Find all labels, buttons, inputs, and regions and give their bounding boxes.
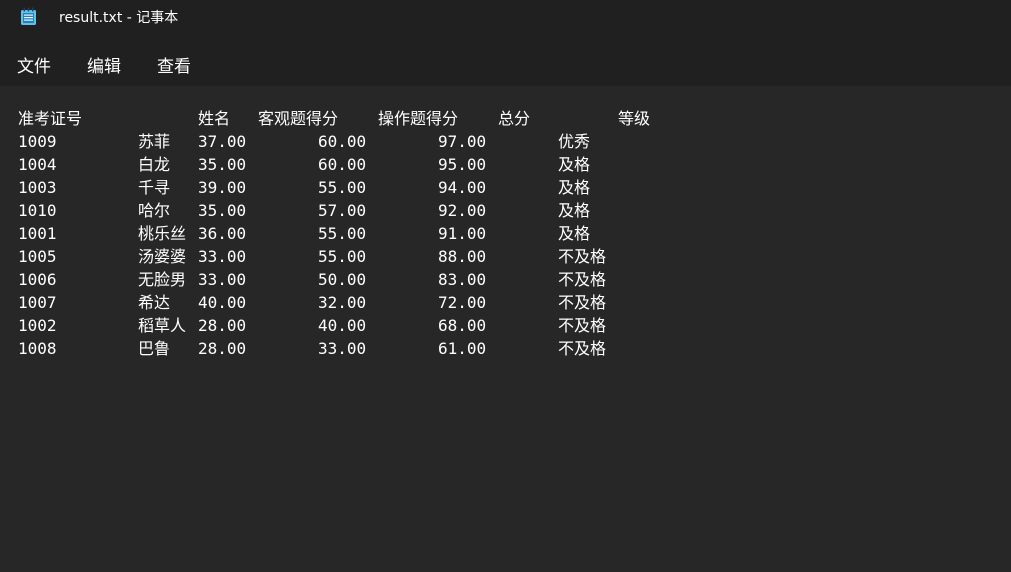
- cell-grade: 及格: [558, 155, 591, 174]
- title-bar: result.txt - 记事本: [0, 0, 1011, 36]
- cell-grade: 优秀: [558, 132, 591, 151]
- cell-grade: 不及格: [558, 270, 607, 289]
- cell-id: 1007: [18, 293, 57, 312]
- cell-objective: 28.00: [198, 339, 247, 358]
- notepad-window: result.txt - 记事本 文件 编辑 查看 准考证号 姓名 客观题得分 …: [0, 0, 1011, 572]
- cell-objective: 36.00: [198, 224, 247, 243]
- cell-grade: 不及格: [558, 247, 607, 266]
- cell-objective: 33.00: [198, 270, 247, 289]
- cell-id: 1003: [18, 178, 57, 197]
- header-objective-score: 客观题得分: [258, 109, 339, 128]
- cell-name: 苏菲: [138, 132, 171, 151]
- cell-objective: 35.00: [198, 155, 247, 174]
- cell-total: 94.00: [438, 178, 487, 197]
- cell-grade: 不及格: [558, 339, 607, 358]
- header-id: 准考证号: [18, 109, 83, 128]
- cell-total: 61.00: [438, 339, 487, 358]
- cell-practical: 60.00: [318, 132, 367, 151]
- cell-practical: 33.00: [318, 339, 367, 358]
- cell-practical: 57.00: [318, 201, 367, 220]
- cell-objective: 37.00: [198, 132, 247, 151]
- menu-edit[interactable]: 编辑: [87, 52, 121, 77]
- table-row: 1008 巴鲁 28.00 33.00 61.00 不及格: [0, 337, 1011, 360]
- table-row: 1001 桃乐丝 36.00 55.00 91.00 及格: [0, 222, 1011, 245]
- cell-name: 白龙: [138, 155, 171, 174]
- cell-id: 1009: [18, 132, 57, 151]
- cell-id: 1002: [18, 316, 57, 335]
- cell-grade: 不及格: [558, 316, 607, 335]
- window-title: result.txt - 记事本: [59, 10, 179, 26]
- cell-id: 1006: [18, 270, 57, 289]
- header-name: 姓名: [198, 109, 231, 128]
- cell-name: 哈尔: [138, 201, 171, 220]
- table-row: 1005 汤婆婆 33.00 55.00 88.00 不及格: [0, 245, 1011, 268]
- cell-id: 1010: [18, 201, 57, 220]
- cell-practical: 50.00: [318, 270, 367, 289]
- cell-total: 95.00: [438, 155, 487, 174]
- cell-name: 希达: [138, 293, 171, 312]
- cell-practical: 40.00: [318, 316, 367, 335]
- table-row: 1010 哈尔 35.00 57.00 92.00 及格: [0, 199, 1011, 222]
- cell-practical: 60.00: [318, 155, 367, 174]
- cell-objective: 39.00: [198, 178, 247, 197]
- cell-grade: 及格: [558, 224, 591, 243]
- cell-id: 1008: [18, 339, 57, 358]
- cell-practical: 55.00: [318, 247, 367, 266]
- cell-objective: 33.00: [198, 247, 247, 266]
- menu-bar: 文件 编辑 查看: [0, 36, 1011, 86]
- table-row: 1007 希达 40.00 32.00 72.00 不及格: [0, 291, 1011, 314]
- table-row: 1006 无脸男 33.00 50.00 83.00 不及格: [0, 268, 1011, 291]
- cell-grade: 及格: [558, 201, 591, 220]
- cell-practical: 55.00: [318, 178, 367, 197]
- cell-name: 千寻: [138, 178, 171, 197]
- cell-objective: 28.00: [198, 316, 247, 335]
- cell-name: 汤婆婆: [138, 247, 187, 266]
- table-row: 1003 千寻 39.00 55.00 94.00 及格: [0, 176, 1011, 199]
- table-row: 1002 稻草人 28.00 40.00 68.00 不及格: [0, 314, 1011, 337]
- header-line: 准考证号 姓名 客观题得分 操作题得分 总分 等级: [0, 107, 1011, 130]
- cell-objective: 35.00: [198, 201, 247, 220]
- cell-total: 92.00: [438, 201, 487, 220]
- cell-objective: 40.00: [198, 293, 247, 312]
- cell-id: 1001: [18, 224, 57, 243]
- header-total: 总分: [498, 109, 531, 128]
- cell-name: 稻草人: [138, 316, 187, 335]
- table-row: 1004 白龙 35.00 60.00 95.00 及格: [0, 153, 1011, 176]
- cell-total: 68.00: [438, 316, 487, 335]
- cell-name: 桃乐丝: [138, 224, 187, 243]
- cell-id: 1005: [18, 247, 57, 266]
- cell-practical: 55.00: [318, 224, 367, 243]
- table-row: 1009 苏菲 37.00 60.00 97.00 优秀: [0, 130, 1011, 153]
- cell-name: 巴鲁: [138, 339, 171, 358]
- cell-grade: 及格: [558, 178, 591, 197]
- header-grade: 等级: [618, 109, 651, 128]
- menu-view[interactable]: 查看: [157, 52, 191, 77]
- cell-total: 91.00: [438, 224, 487, 243]
- menu-file[interactable]: 文件: [17, 52, 51, 77]
- cell-id: 1004: [18, 155, 57, 174]
- cell-name: 无脸男: [138, 270, 187, 289]
- text-editor[interactable]: 准考证号 姓名 客观题得分 操作题得分 总分 等级 1009 苏菲 37.00 …: [0, 86, 1011, 572]
- cell-total: 83.00: [438, 270, 487, 289]
- cell-total: 72.00: [438, 293, 487, 312]
- header-practical-score: 操作题得分: [378, 109, 459, 128]
- cell-total: 88.00: [438, 247, 487, 266]
- cell-grade: 不及格: [558, 293, 607, 312]
- notepad-icon: [21, 7, 36, 25]
- cell-practical: 32.00: [318, 293, 367, 312]
- cell-total: 97.00: [438, 132, 487, 151]
